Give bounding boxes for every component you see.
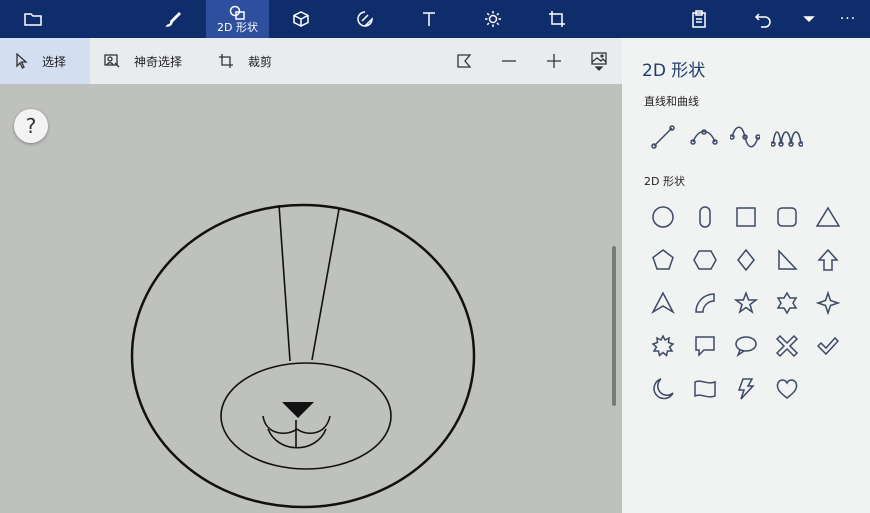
thought-bubble-shape-icon[interactable]	[729, 329, 763, 363]
circle-shape-icon[interactable]	[646, 200, 680, 234]
canvas-icon[interactable]	[542, 0, 572, 38]
arrow-up-shape-icon[interactable]	[811, 243, 845, 277]
select-tool[interactable]: 选择	[0, 38, 90, 84]
chevron-down-icon	[595, 65, 603, 71]
crop-tool-label: 裁剪	[248, 54, 273, 69]
lightning-shape-icon[interactable]	[729, 372, 763, 406]
zoom-out-icon[interactable]	[494, 38, 524, 84]
shapes-section-label: 2D 形状	[644, 175, 685, 188]
banner-shape-icon[interactable]	[688, 372, 722, 406]
2d-shapes-icon	[229, 5, 245, 20]
magic-select-tool[interactable]: 神奇选择	[104, 38, 182, 84]
star-four-shape-icon[interactable]	[811, 286, 845, 320]
effects-icon[interactable]	[478, 0, 508, 38]
select-tool-label: 选择	[42, 54, 67, 69]
curve-shape-icon[interactable]	[687, 120, 721, 154]
burst-shape-icon[interactable]	[646, 329, 680, 363]
chevron-shape-icon[interactable]	[646, 286, 680, 320]
zoom-in-icon[interactable]	[539, 38, 569, 84]
heart-shape-icon[interactable]	[770, 372, 804, 406]
paste-icon[interactable]	[684, 0, 714, 38]
brush-icon[interactable]	[158, 0, 188, 38]
star-five-shape-icon[interactable]	[729, 286, 763, 320]
rounded-square-shape-icon[interactable]	[770, 200, 804, 234]
diamond-shape-icon[interactable]	[729, 243, 763, 277]
vertical-scrollbar[interactable]	[612, 246, 616, 406]
tab-2d-shapes-label: 2D 形状	[217, 20, 258, 34]
image-view-icon[interactable]	[584, 38, 614, 84]
cursor-icon	[16, 53, 28, 69]
square-shape-icon[interactable]	[729, 200, 763, 234]
dropdown-icon[interactable]	[796, 0, 822, 38]
magic-select-icon	[104, 54, 120, 68]
speech-bubble-shape-icon[interactable]	[688, 329, 722, 363]
line-shape-icon[interactable]	[646, 120, 680, 154]
arc-shape-icon[interactable]	[688, 286, 722, 320]
magic-select-label: 神奇选择	[134, 54, 183, 69]
more-icon[interactable]: ···	[832, 0, 864, 38]
crop-icon	[219, 54, 233, 68]
hexagon-shape-icon[interactable]	[688, 243, 722, 277]
s-curve-shape-icon[interactable]	[728, 120, 762, 154]
undo-icon[interactable]	[748, 0, 778, 38]
star-six-shape-icon[interactable]	[770, 286, 804, 320]
3d-shapes-icon[interactable]	[286, 0, 316, 38]
flip-icon[interactable]	[449, 38, 479, 84]
tool-bar: 选择 神奇选择 裁剪	[0, 38, 622, 84]
cross-shape-icon[interactable]	[770, 329, 804, 363]
crop-tool[interactable]: 裁剪	[218, 38, 272, 84]
right-triangle-shape-icon[interactable]	[770, 243, 804, 277]
wave-curve-shape-icon[interactable]	[770, 120, 804, 154]
rabbit-drawing	[130, 203, 476, 509]
panel-title: 2D 形状	[642, 61, 706, 81]
text-icon[interactable]	[414, 0, 444, 38]
check-shape-icon[interactable]	[811, 329, 845, 363]
stickers-icon[interactable]	[350, 0, 380, 38]
shapes-panel: 2D 形状 直线和曲线 2D 形状	[622, 38, 870, 513]
drawing-canvas[interactable]: ?	[0, 84, 622, 513]
pentagon-shape-icon[interactable]	[646, 243, 680, 277]
moon-shape-icon[interactable]	[646, 372, 680, 406]
folder-icon[interactable]	[18, 0, 48, 38]
pill-shape-icon[interactable]	[688, 200, 722, 234]
tab-2d-shapes[interactable]: 2D 形状	[206, 0, 269, 38]
triangle-shape-icon[interactable]	[811, 200, 845, 234]
lines-section-label: 直线和曲线	[644, 95, 699, 108]
top-bar: 2D 形状 ···	[0, 0, 870, 38]
